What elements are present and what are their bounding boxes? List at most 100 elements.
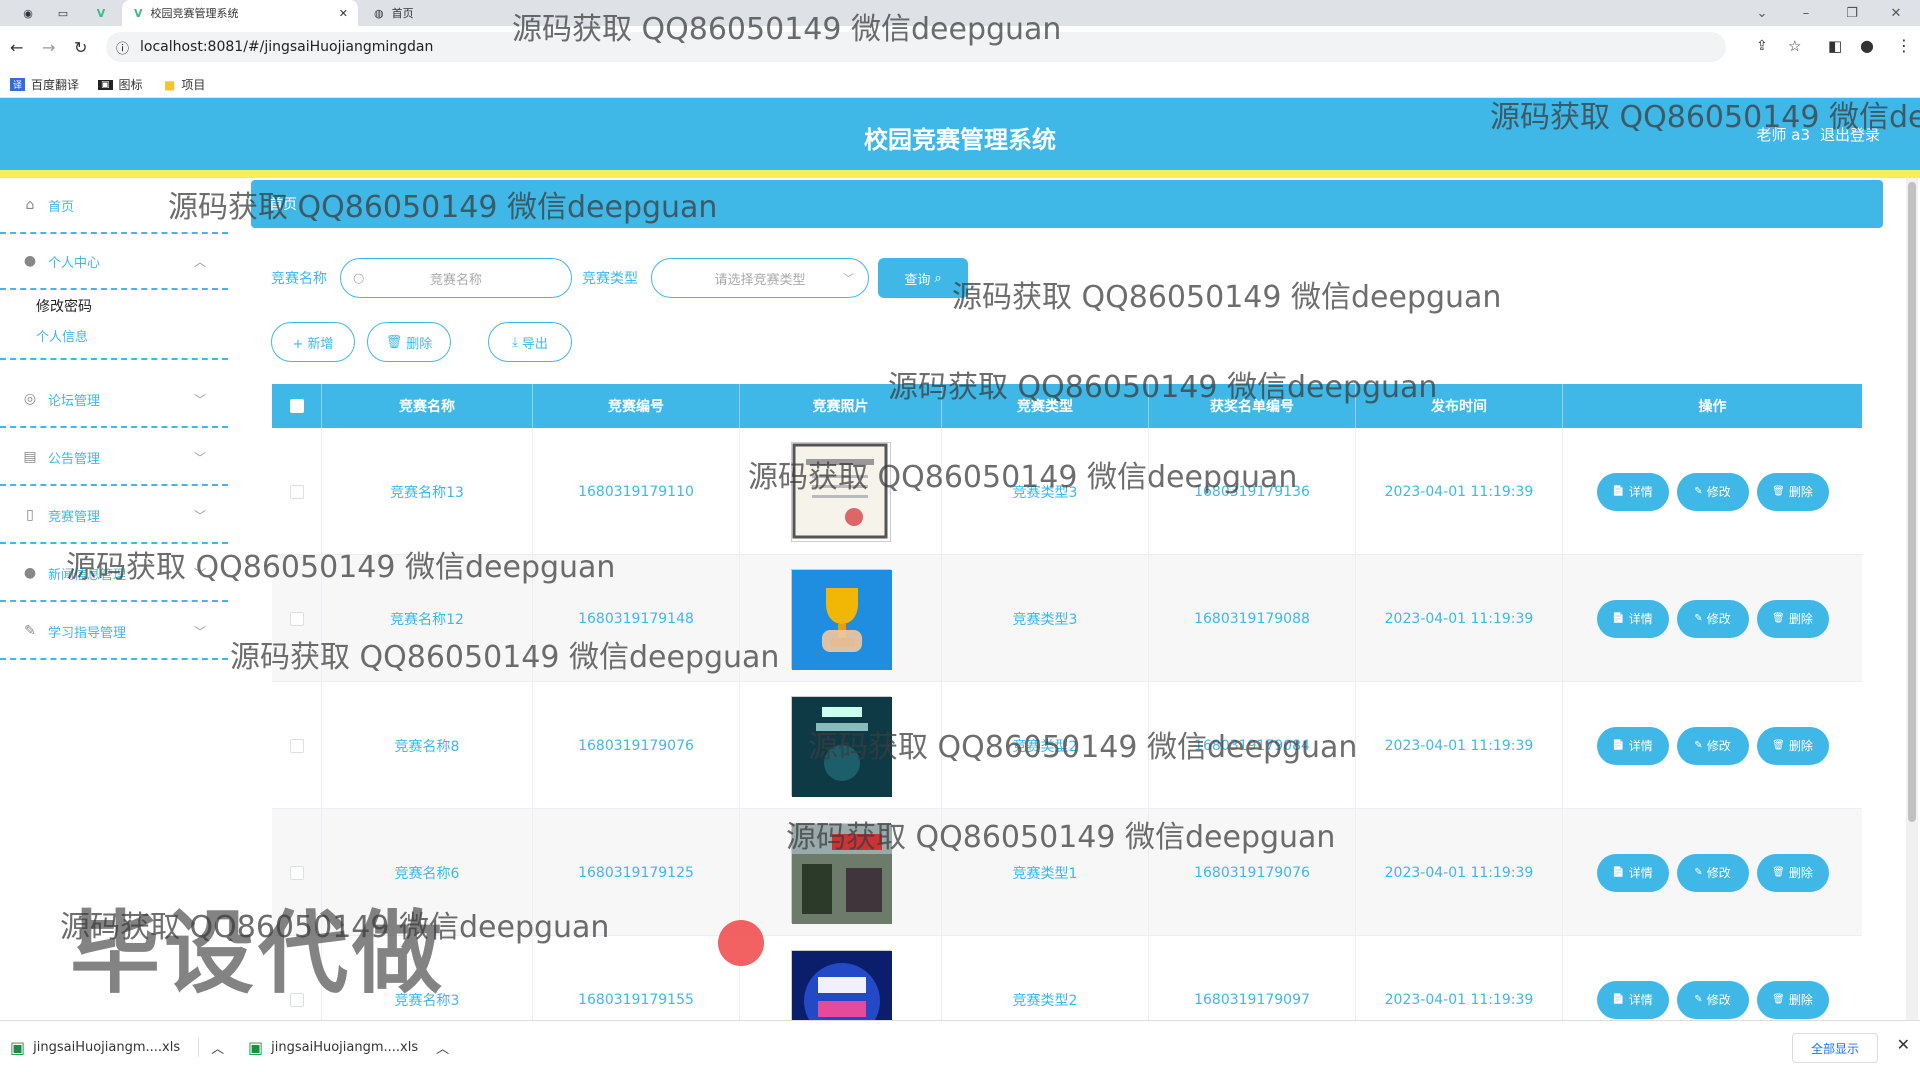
row-checkbox[interactable] <box>289 484 304 499</box>
tab-icon-button[interactable]: ▭ <box>48 0 78 26</box>
button-label: 详情 <box>1628 739 1653 753</box>
sidebar-item-label: 个人信息 <box>36 329 89 345</box>
edit-button[interactable]: ✎ 修改 <box>1676 599 1749 638</box>
edit-icon: ✎ <box>1694 613 1703 624</box>
checkbox-cell[interactable] <box>272 555 322 682</box>
bookmark-item[interactable]: ■ 项目 <box>164 76 205 93</box>
scrollbar-thumb[interactable] <box>1908 182 1916 822</box>
button-label: 删除 <box>1788 612 1813 626</box>
cell-time: 2023-04-01 11:19:39 <box>1356 936 1563 1020</box>
competition-photo <box>790 695 892 797</box>
vue-icon[interactable]: V <box>86 0 116 26</box>
logout-link[interactable]: 退出登录 <box>1820 124 1880 145</box>
name-search-input[interactable]: ○ 竞赛名称 <box>340 258 572 298</box>
table-row: 竞赛名称6 1680319179125 竞赛类型1 1680319179076 2023… <box>272 809 1862 936</box>
tab-icon-button[interactable]: ◉ <box>10 0 46 26</box>
document-icon: 📄 <box>1612 740 1625 751</box>
chevron-up-icon[interactable]: ︿ <box>198 1037 224 1057</box>
select-all-checkbox[interactable] <box>272 384 322 428</box>
sidebar-item-competition[interactable]: ▯ 竞赛管理 ﹀ <box>0 488 228 544</box>
name-placeholder: 竞赛名称 <box>429 272 482 288</box>
profile-icon[interactable]: ● <box>1860 36 1874 55</box>
column-header: 操作 <box>1698 399 1727 415</box>
add-button[interactable]: + 新增 <box>271 322 355 362</box>
close-icon[interactable]: ✕ <box>339 7 348 20</box>
share-icon[interactable]: ⇪ <box>1756 38 1768 54</box>
breadcrumb-home[interactable]: 首页 <box>269 194 297 214</box>
sidepanel-icon[interactable]: ◧ <box>1828 37 1842 55</box>
bookmark-item[interactable]: 译 百度翻译 <box>10 76 79 93</box>
delete-button[interactable]: 🗑 删除 <box>1756 980 1829 1019</box>
sidebar-item-notice[interactable]: ▤ 公告管理 ﹀ <box>0 430 228 486</box>
awards-table: 竞赛名称 竞赛编号 竞赛照片 竞赛类型 获奖名单编号 发布时间 操作 竞赛名称1… <box>272 384 1862 1020</box>
row-checkbox[interactable] <box>289 611 304 626</box>
forward-icon[interactable]: → <box>42 38 55 57</box>
url-input[interactable]: ⓘ localhost:8081/#/jingsaiHuojiangmingda… <box>106 32 1726 62</box>
table-row: 竞赛名称13 1680319179110 竞赛类型3 1680319179136 202… <box>272 428 1862 555</box>
cell-time: 2023-04-01 11:19:39 <box>1356 809 1563 936</box>
tab-label: 首页 <box>391 7 414 20</box>
export-button[interactable]: ⤓ 导出 <box>488 322 572 362</box>
download-item[interactable]: ▣ jingsaiHuojiangm....xls ︿ <box>10 1031 224 1063</box>
close-icon[interactable]: ✕ <box>1897 1035 1910 1054</box>
show-all-downloads-button[interactable]: 全部显示 <box>1792 1033 1878 1063</box>
cell-list-no: 1680319179097 <box>1149 936 1356 1020</box>
search-icon: ⌕ <box>934 270 942 286</box>
sidebar-item-guide[interactable]: ✎ 学习指导管理 ﹀ <box>0 604 228 660</box>
batch-delete-button[interactable]: 🗑 删除 <box>367 322 451 362</box>
detail-button[interactable]: 📄 详情 <box>1596 853 1669 892</box>
download-item[interactable]: ▣ jingsaiHuojiangm....xls ︿ <box>248 1031 449 1063</box>
bookmarks-bar: 译 百度翻译 ▣ 图标 ■ 项目 <box>0 72 1920 98</box>
checkbox-cell[interactable] <box>272 682 322 809</box>
sidebar-item-forum[interactable]: ◎ 论坛管理 ﹀ <box>0 372 228 428</box>
edit-button[interactable]: ✎ 修改 <box>1676 980 1749 1019</box>
competition-photo <box>790 441 891 542</box>
edit-button[interactable]: ✎ 修改 <box>1676 726 1749 765</box>
chevron-up-icon[interactable]: ︿ <box>436 1038 449 1057</box>
type-placeholder: 请选择竞赛类型 <box>714 272 806 288</box>
button-label: 删除 <box>1788 866 1813 880</box>
back-icon[interactable]: ← <box>10 38 23 57</box>
sidebar-item-home[interactable]: ⌂ 首页 <box>0 178 228 234</box>
delete-button[interactable]: 🗑 删除 <box>1756 472 1829 511</box>
edit-button[interactable]: ✎ 修改 <box>1676 853 1749 892</box>
chevron-down-icon: ﹀ <box>843 272 854 285</box>
competition-photo <box>790 822 892 924</box>
detail-button[interactable]: 📄 详情 <box>1596 472 1669 511</box>
delete-button[interactable]: 🗑 删除 <box>1756 726 1829 765</box>
detail-button[interactable]: 📄 详情 <box>1596 980 1669 1019</box>
chevron-down-icon[interactable]: ⌄ <box>1740 0 1784 26</box>
minimize-button[interactable]: – <box>1784 0 1828 26</box>
reload-icon[interactable]: ↻ <box>74 38 87 57</box>
tab-active[interactable]: V 校园竞赛管理系统 ✕ <box>122 0 358 26</box>
bookmark-label: 项目 <box>181 78 206 92</box>
sidebar-subitem-info[interactable]: 个人信息 <box>0 312 228 360</box>
edit-button[interactable]: ✎ 修改 <box>1676 472 1749 511</box>
current-user: 老师 a3 <box>1756 126 1810 144</box>
table-row: 竞赛名称8 1680319179076 竞赛类型2 1680319179084 2023… <box>272 682 1862 809</box>
type-select[interactable]: 请选择竞赛类型 ﹀ <box>651 258 869 298</box>
restore-button[interactable]: ❐ <box>1830 0 1874 26</box>
row-checkbox[interactable] <box>289 738 304 753</box>
cell-type: 竞赛类型3 <box>942 555 1149 682</box>
sidebar-item-personal[interactable]: ● 个人中心 ︿ <box>0 234 228 290</box>
tab-home[interactable]: ◍ 首页 <box>370 0 550 26</box>
menu-icon[interactable]: ⋮ <box>1896 36 1912 55</box>
bookmark-item[interactable]: ▣ 图标 <box>98 76 143 93</box>
detail-button[interactable]: 📄 详情 <box>1596 599 1669 638</box>
edit-icon: ✎ <box>1694 486 1703 497</box>
row-checkbox[interactable] <box>289 865 304 880</box>
detail-button[interactable]: 📄 详情 <box>1596 726 1669 765</box>
download-filename: jingsaiHuojiangm....xls <box>271 1039 419 1055</box>
vue-icon: V <box>134 6 143 20</box>
sidebar-item-label: 竞赛管理 <box>48 509 101 525</box>
breadcrumb: 首页 <box>251 180 1883 228</box>
delete-button[interactable]: 🗑 删除 <box>1756 853 1829 892</box>
query-button[interactable]: 查询 ⌕ <box>878 258 968 298</box>
checkbox-cell[interactable] <box>272 428 322 555</box>
delete-button[interactable]: 🗑 删除 <box>1756 599 1829 638</box>
close-window-button[interactable]: ✕ <box>1874 0 1918 26</box>
star-icon[interactable]: ☆ <box>1788 37 1801 55</box>
page-scrollbar[interactable] <box>1906 178 1918 1020</box>
sidebar-item-news[interactable]: ● 新闻信息管理 ﹀ <box>0 546 228 602</box>
